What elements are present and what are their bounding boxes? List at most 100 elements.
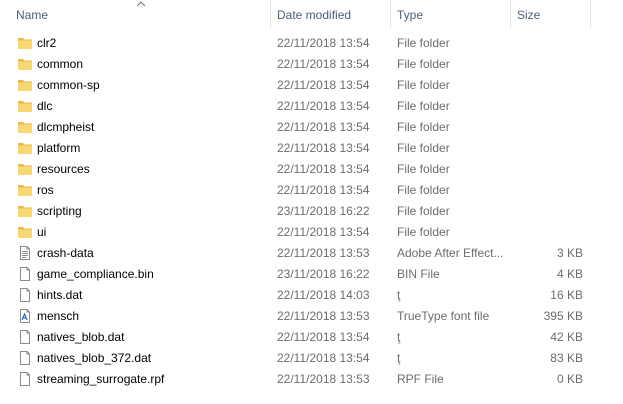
file-row[interactable]: game_compliance.bin 23/11/2018 16:22 BIN F… (0, 264, 623, 285)
file-date-modified: 22/11/2018 13:53 (277, 246, 370, 260)
file-date-modified: 23/11/2018 16:22 (277, 267, 370, 281)
file-type: File folder (397, 162, 450, 176)
file-name: game_compliance.bin (37, 267, 154, 281)
file-size (512, 159, 583, 180)
column-header-type[interactable]: Type (391, 0, 510, 28)
file-type: File folder (397, 141, 450, 155)
file-type: RPF File (397, 372, 444, 386)
file-row[interactable]: natives_blob_372.dat 22/11/2018 13:54 ţ 83 … (0, 348, 623, 369)
file-name: mensch (37, 309, 80, 323)
file-date-modified: 22/11/2018 13:53 (277, 309, 370, 323)
file-name: dlc (37, 99, 53, 113)
file-name: streaming_surrogate.rpf (37, 372, 165, 386)
file-size (512, 180, 583, 201)
file-type: ţ (397, 288, 401, 302)
file-list: clr2 22/11/2018 13:54 File folder common 22/… (0, 33, 623, 390)
file-name: dlcmpheist (37, 120, 95, 134)
file-date-modified: 22/11/2018 13:54 (277, 225, 370, 239)
file-date-modified: 23/11/2018 16:22 (277, 204, 370, 218)
column-header-date[interactable]: Date modified (271, 0, 390, 28)
file-date-modified: 22/11/2018 13:54 (277, 162, 370, 176)
file-type: BIN File (397, 267, 440, 281)
column-header-size[interactable]: Size (511, 0, 590, 28)
file-size (512, 33, 583, 54)
file-row[interactable]: clr2 22/11/2018 13:54 File folder (0, 33, 623, 54)
column-header-bar: Name Date modified Type Size (0, 0, 623, 28)
file-name: common-sp (37, 78, 100, 92)
column-header-size-label: Size (517, 8, 541, 22)
file-name: crash-data (37, 246, 94, 260)
folder-icon (17, 35, 33, 51)
file-name: ui (37, 225, 47, 239)
column-header-type-label: Type (397, 8, 424, 22)
file-date-modified: 22/11/2018 13:54 (277, 57, 370, 71)
file-type: File folder (397, 120, 450, 134)
file-name: ros (37, 183, 54, 197)
file-date-modified: 22/11/2018 13:54 (277, 78, 370, 92)
file-name: hints.dat (37, 288, 83, 302)
file-date-modified: 22/11/2018 13:54 (277, 351, 370, 365)
file-type: File folder (397, 36, 450, 50)
file-size (512, 117, 583, 138)
file-type: File folder (397, 183, 450, 197)
column-divider[interactable] (590, 0, 591, 28)
file-size (512, 201, 583, 222)
folder-icon (17, 98, 33, 114)
file-type: File folder (397, 204, 450, 218)
folder-icon (17, 119, 33, 135)
file-type: File folder (397, 78, 450, 92)
file-row[interactable]: scripting 23/11/2018 16:22 File folder (0, 201, 623, 222)
file-row[interactable]: platform 22/11/2018 13:54 File folder (0, 138, 623, 159)
folder-icon (17, 140, 33, 156)
file-row[interactable]: mensch 22/11/2018 13:53 TrueType font file… (0, 306, 623, 327)
file-date-modified: 22/11/2018 13:54 (277, 36, 370, 50)
blank-file-icon (17, 371, 33, 387)
file-size: 16 KB (550, 288, 583, 302)
file-row[interactable]: streaming_surrogate.rpf 22/11/2018 13:53 R… (0, 369, 623, 390)
file-name: clr2 (37, 36, 57, 50)
file-type: File folder (397, 99, 450, 113)
file-date-modified: 22/11/2018 13:54 (277, 183, 370, 197)
blank-file-icon (17, 329, 33, 345)
column-header-date-label: Date modified (277, 8, 352, 22)
folder-icon (17, 56, 33, 72)
file-row[interactable]: natives_blob.dat 22/11/2018 13:54 ţ 42 KB (0, 327, 623, 348)
sort-ascending-icon (136, 1, 146, 7)
file-row[interactable]: dlcmpheist 22/11/2018 13:54 File folder (0, 117, 623, 138)
font-file-icon (17, 308, 33, 324)
file-row[interactable]: ui 22/11/2018 13:54 File folder (0, 222, 623, 243)
file-size (512, 138, 583, 159)
file-size: 395 KB (543, 309, 583, 323)
file-row[interactable]: hints.dat 22/11/2018 14:03 ţ 16 KB (0, 285, 623, 306)
file-date-modified: 22/11/2018 13:54 (277, 330, 370, 344)
file-name: natives_blob_372.dat (37, 351, 152, 365)
folder-icon (17, 161, 33, 177)
file-size: 0 KB (556, 372, 583, 386)
file-row[interactable]: common-sp 22/11/2018 13:54 File folder (0, 75, 623, 96)
file-type: ţ (397, 330, 401, 344)
file-date-modified: 22/11/2018 13:54 (277, 141, 370, 155)
file-name: platform (37, 141, 81, 155)
file-date-modified: 22/11/2018 13:53 (277, 372, 370, 386)
file-date-modified: 22/11/2018 14:03 (277, 288, 370, 302)
file-type: ţ (397, 351, 401, 365)
file-date-modified: 22/11/2018 13:54 (277, 99, 370, 113)
file-name: resources (37, 162, 90, 176)
file-name: scripting (37, 204, 82, 218)
file-row[interactable]: common 22/11/2018 13:54 File folder (0, 54, 623, 75)
file-type: File folder (397, 57, 450, 71)
file-row[interactable]: ros 22/11/2018 13:54 File folder (0, 180, 623, 201)
folder-icon (17, 77, 33, 93)
file-date-modified: 22/11/2018 13:54 (277, 120, 370, 134)
file-size (512, 96, 583, 117)
file-size: 83 KB (550, 351, 583, 365)
file-row[interactable]: dlc 22/11/2018 13:54 File folder (0, 96, 623, 117)
blank-file-icon (17, 287, 33, 303)
file-name: common (37, 57, 84, 71)
file-name: natives_blob.dat (37, 330, 125, 344)
file-row[interactable]: crash-data 22/11/2018 13:53 Adobe After Ef… (0, 243, 623, 264)
text-document-icon (17, 245, 33, 261)
folder-icon (17, 182, 33, 198)
blank-file-icon (17, 350, 33, 366)
file-row[interactable]: resources 22/11/2018 13:54 File folder (0, 159, 623, 180)
